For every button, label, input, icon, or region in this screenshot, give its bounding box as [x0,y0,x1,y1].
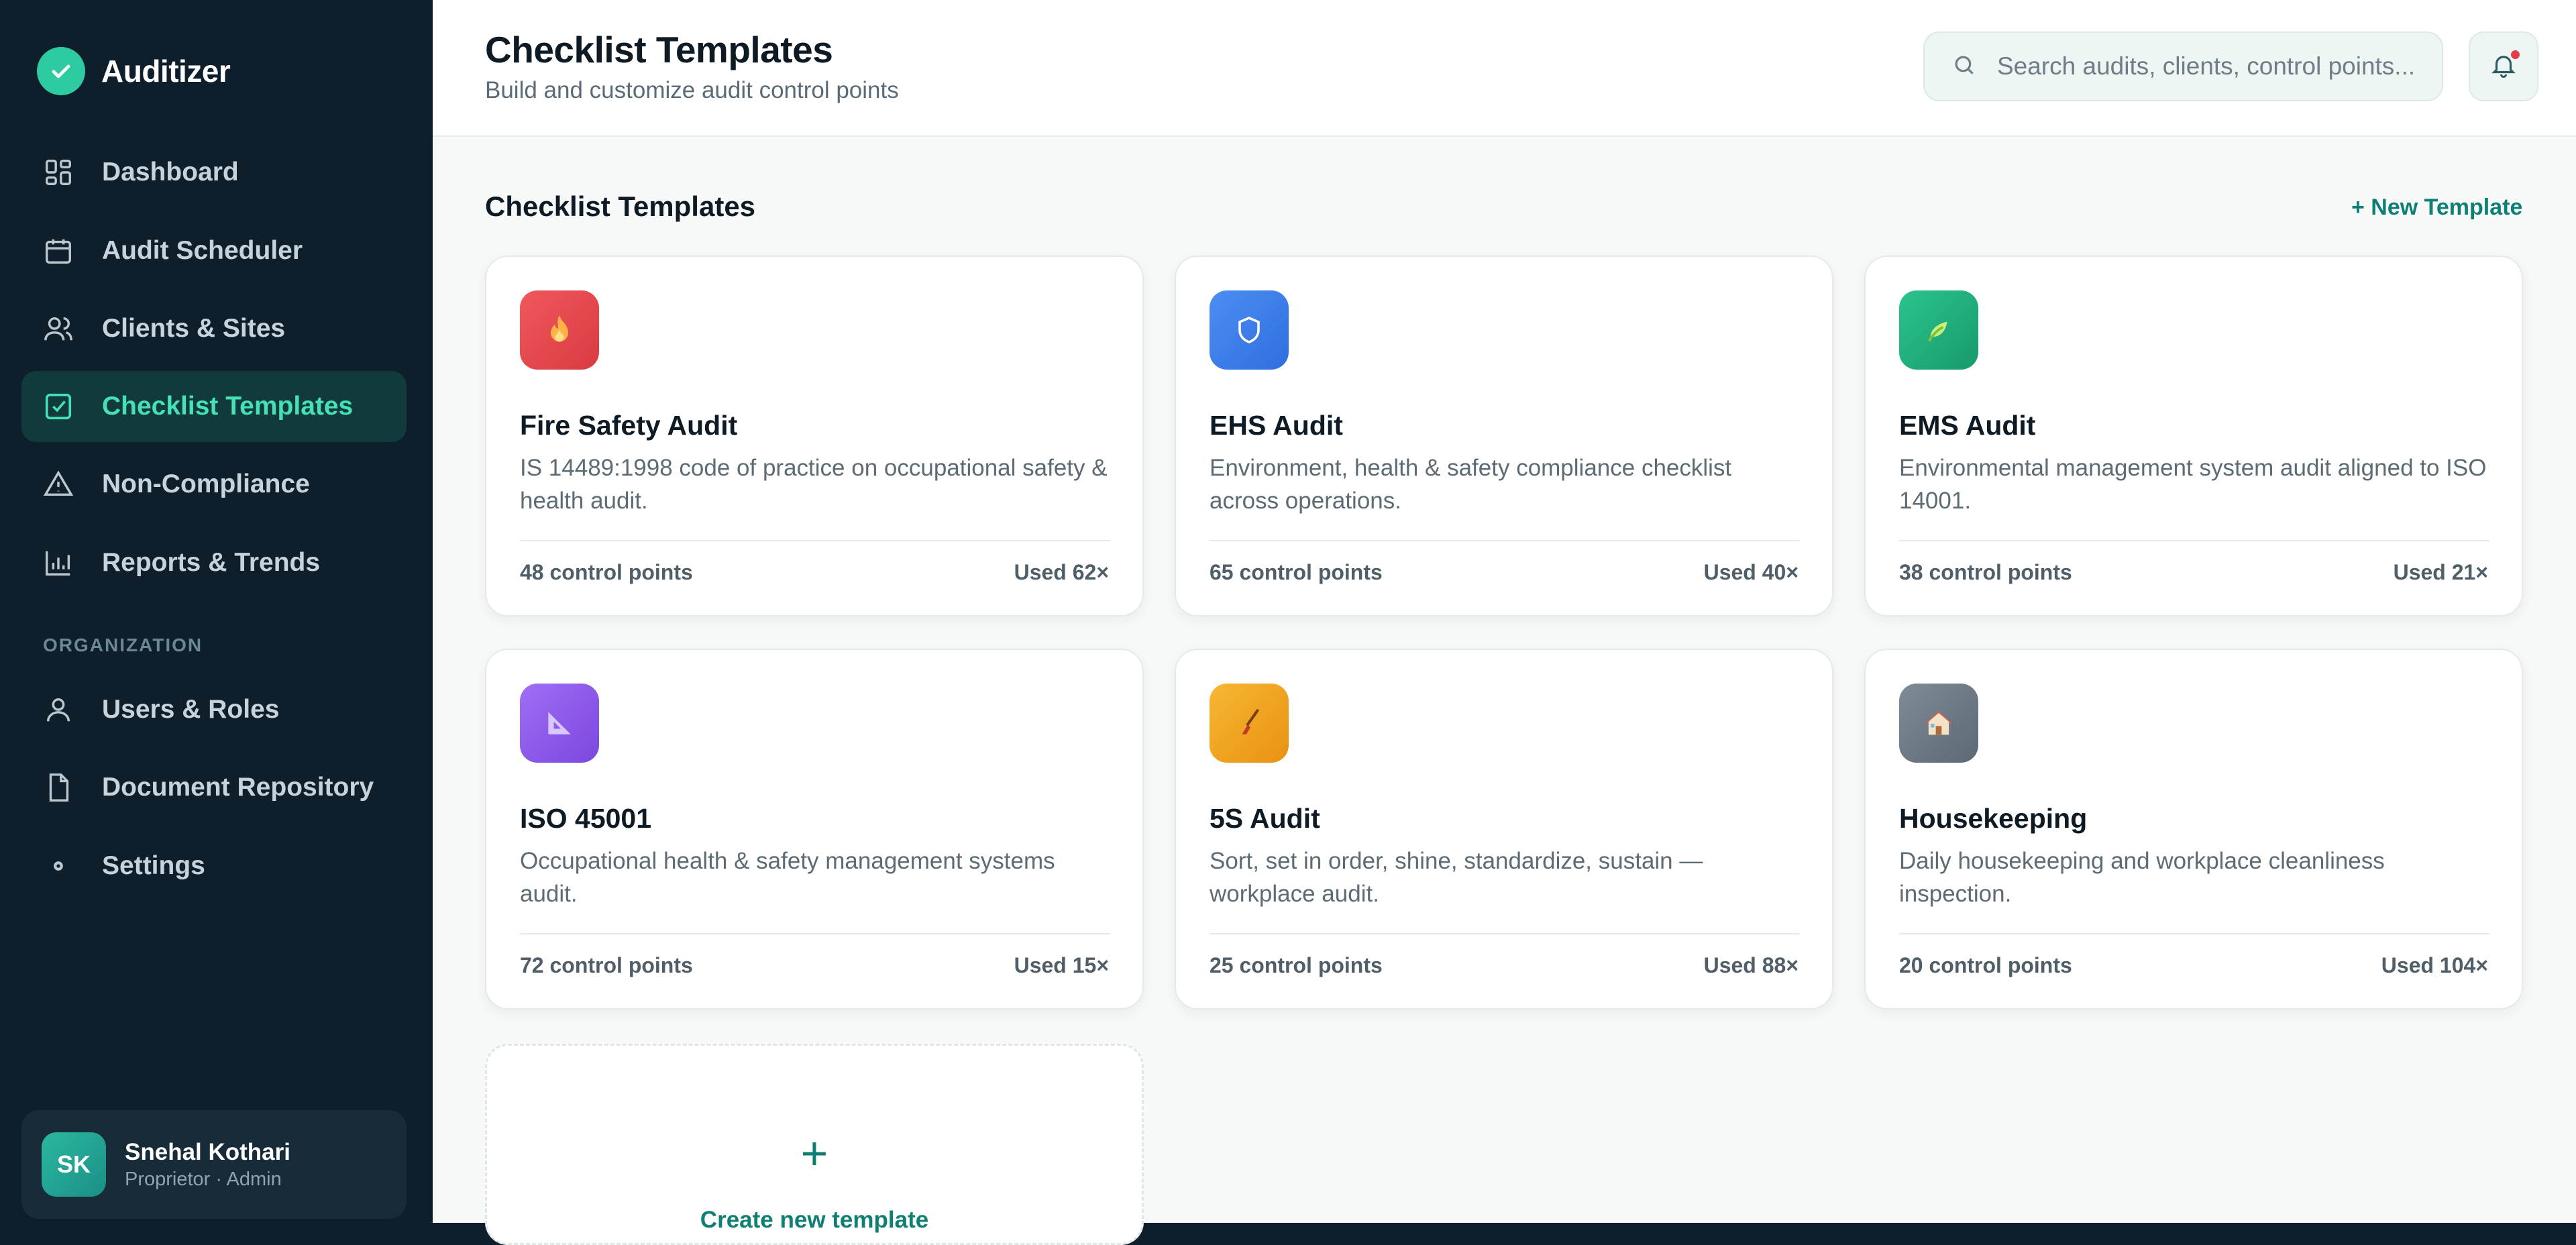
flame-icon [520,290,599,370]
search-input[interactable] [1996,52,2428,81]
template-card[interactable]: Fire Safety Audit IS 14489:1998 code of … [485,256,1144,616]
nav-item-settings[interactable]: Settings [21,830,407,902]
control-points-count: 38 control points [1899,560,2072,584]
usage-count: Used 88× [1703,953,1799,977]
section-title: Checklist Templates [485,191,756,222]
nav-item-checklist-templates[interactable]: Checklist Templates [21,371,407,442]
template-description: Environmental management system audit al… [1899,455,2487,514]
set-square-icon [520,684,599,763]
template-title: Housekeeping [1899,803,2088,834]
nav-label: Reports & Trends [102,548,321,577]
create-template-label: Create new template [700,1207,929,1233]
nav-label: Dashboard [102,158,239,186]
template-title: EHS Audit [1210,410,1343,441]
user-profile-card[interactable]: SK Snehal Kothari Proprietor · Admin [21,1110,407,1219]
template-card[interactable]: Housekeeping Daily housekeeping and work… [1864,649,2523,1010]
usage-count: Used 40× [1703,560,1799,584]
template-card[interactable]: 5S Audit Sort, set in order, shine, stan… [1175,649,1833,1010]
nav-label: Users & Roles [102,695,280,724]
user-name: Snehal Kothari [125,1138,290,1165]
page-subtitle: Build and customize audit control points [485,77,899,103]
avatar: SK [42,1132,106,1197]
template-title: ISO 45001 [520,803,652,834]
nav-item-reports-trends[interactable]: Reports & Trends [21,527,407,598]
nav-item-dashboard[interactable]: Dashboard [21,137,407,208]
usage-count: Used 104× [2381,953,2488,977]
search-box[interactable] [1923,32,2443,101]
bar-chart-icon [42,546,75,580]
user-icon [42,693,75,726]
template-card[interactable]: ISO 45001 Occupational health & safety m… [485,649,1144,1010]
usage-count: Used 21× [2393,560,2488,584]
template-description: IS 14489:1998 code of practice on occupa… [520,455,1108,514]
document-icon [42,771,75,804]
control-points-count: 25 control points [1210,953,1383,977]
template-description: Environment, health & safety compliance … [1210,455,1732,514]
notifications-button[interactable] [2469,32,2538,101]
nav-item-non-compliance[interactable]: Non-Compliance [21,449,407,520]
control-points-count: 72 control points [520,953,693,977]
nav-item-document-repository[interactable]: Document Repository [21,752,407,823]
create-template-card[interactable]: + Create new template [485,1044,1144,1245]
brand[interactable]: Auditizer [37,47,231,95]
users-icon [42,312,75,345]
nav-label: Non-Compliance [102,470,310,498]
plus-icon: + [800,1127,828,1179]
control-points-count: 48 control points [520,560,693,584]
control-points-count: 65 control points [1210,560,1383,584]
calendar-icon [42,234,75,268]
new-template-button[interactable]: + New Template [2351,195,2522,221]
warning-triangle-icon [42,468,75,501]
sidebar: Auditizer Dashboard Audit Scheduler Clie… [0,0,433,1223]
template-card[interactable]: EHS Audit Environment, health & safety c… [1175,256,1833,616]
app-name: Auditizer [101,54,231,89]
card-divider [520,933,1110,934]
template-card[interactable]: EMS Audit Environmental management syste… [1864,256,2523,616]
page-title: Checklist Templates [485,29,833,70]
template-title: Fire Safety Audit [520,410,738,441]
leaf-icon [1899,290,1978,370]
template-title: EMS Audit [1899,410,2036,441]
card-divider [1210,540,1800,541]
settings-icon [42,849,75,883]
nav-item-clients-sites[interactable]: Clients & Sites [21,293,407,364]
house-icon [1899,684,1978,763]
main-content: Checklist Templates Build and customize … [433,0,2576,1245]
nav-label: Checklist Templates [102,392,354,421]
dashboard-grid-icon [42,156,75,189]
card-divider [520,540,1110,541]
notification-dot [2511,50,2520,59]
template-description: Sort, set in order, shine, standardize, … [1210,848,1703,907]
user-role: Proprietor · Admin [125,1168,282,1190]
control-points-count: 20 control points [1899,953,2072,977]
nav-label: Clients & Sites [102,314,286,343]
card-divider [1210,933,1800,934]
nav-item-users-roles[interactable]: Users & Roles [21,674,407,745]
broom-icon [1210,684,1289,763]
search-icon [1951,52,1977,81]
nav-label: Audit Scheduler [102,236,303,265]
usage-count: Used 15× [1014,953,1109,977]
template-title: 5S Audit [1210,803,1320,834]
check-logo-icon [37,47,85,95]
nav-label: Document Repository [102,773,374,802]
template-description: Occupational health & safety management … [520,848,1055,907]
card-divider [1899,540,2489,541]
checklist-icon [42,390,75,423]
card-divider [1899,933,2489,934]
shield-icon [1210,290,1289,370]
top-bar: Checklist Templates Build and customize … [433,0,2576,137]
template-description: Daily housekeeping and workplace cleanli… [1899,848,2385,907]
nav-section-label: ORGANIZATION [43,635,203,655]
nav-item-audit-scheduler[interactable]: Audit Scheduler [21,215,407,286]
usage-count: Used 62× [1014,560,1109,584]
nav-label: Settings [102,851,205,880]
